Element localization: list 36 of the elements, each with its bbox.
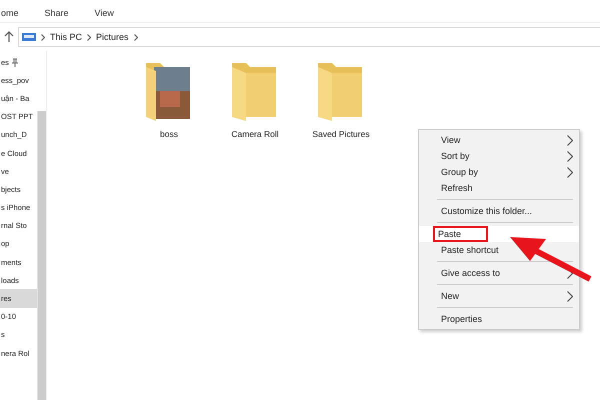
menu-item[interactable]: Give access to	[419, 265, 579, 281]
menu-item[interactable]: Refresh	[419, 180, 579, 196]
scrollbar[interactable]	[37, 111, 46, 400]
folder-name[interactable]: Camera Roll	[231, 129, 279, 139]
menu-item[interactable]: Group by	[419, 164, 579, 180]
menu-item-label: Group by	[440, 166, 480, 179]
menu-item-label: Customize this folder...	[440, 205, 534, 218]
address-bar[interactable]: This PC Pictures	[18, 27, 600, 47]
pictures-location-icon	[22, 32, 36, 42]
chevron-icon	[87, 34, 92, 40]
breadcrumb[interactable]: This PC	[50, 32, 82, 42]
menu-item[interactable]: View	[419, 132, 579, 148]
ribbon-tab[interactable]: Share	[40, 6, 73, 20]
menu-item[interactable]: Paste shortcut	[419, 242, 579, 258]
ribbon-tab[interactable]: View	[90, 6, 118, 20]
menu-item-label: Give access to	[440, 267, 502, 280]
menu-item[interactable]: Properties	[419, 311, 579, 327]
breadcrumb[interactable]: Pictures	[96, 32, 129, 42]
ribbon-tab[interactable]: ome	[0, 6, 23, 20]
menu-item-label: Sort by	[440, 150, 471, 163]
menu-item-label: Paste shortcut	[440, 244, 500, 257]
chevron-icon[interactable]	[134, 34, 138, 40]
menu-item-label: Properties	[440, 313, 484, 326]
folder-name[interactable]: Saved Pictures	[312, 129, 370, 139]
folder-name[interactable]: boss	[160, 129, 178, 139]
menu-item[interactable]: Paste	[419, 226, 579, 242]
menu-item[interactable]: New	[419, 288, 579, 304]
menu-item-label: View	[440, 134, 462, 147]
menu-item[interactable]: Sort by	[419, 148, 579, 164]
menu-item-label: Refresh	[440, 182, 474, 195]
up-arrow-icon[interactable]	[4, 31, 14, 43]
menu-item[interactable]: Customize this folder...	[419, 203, 579, 219]
chevron-icon	[41, 34, 45, 40]
menu-item-label: New	[440, 290, 460, 303]
menu-item-label: Paste	[433, 226, 488, 242]
folder-with-photo-icon[interactable]	[146, 61, 192, 121]
